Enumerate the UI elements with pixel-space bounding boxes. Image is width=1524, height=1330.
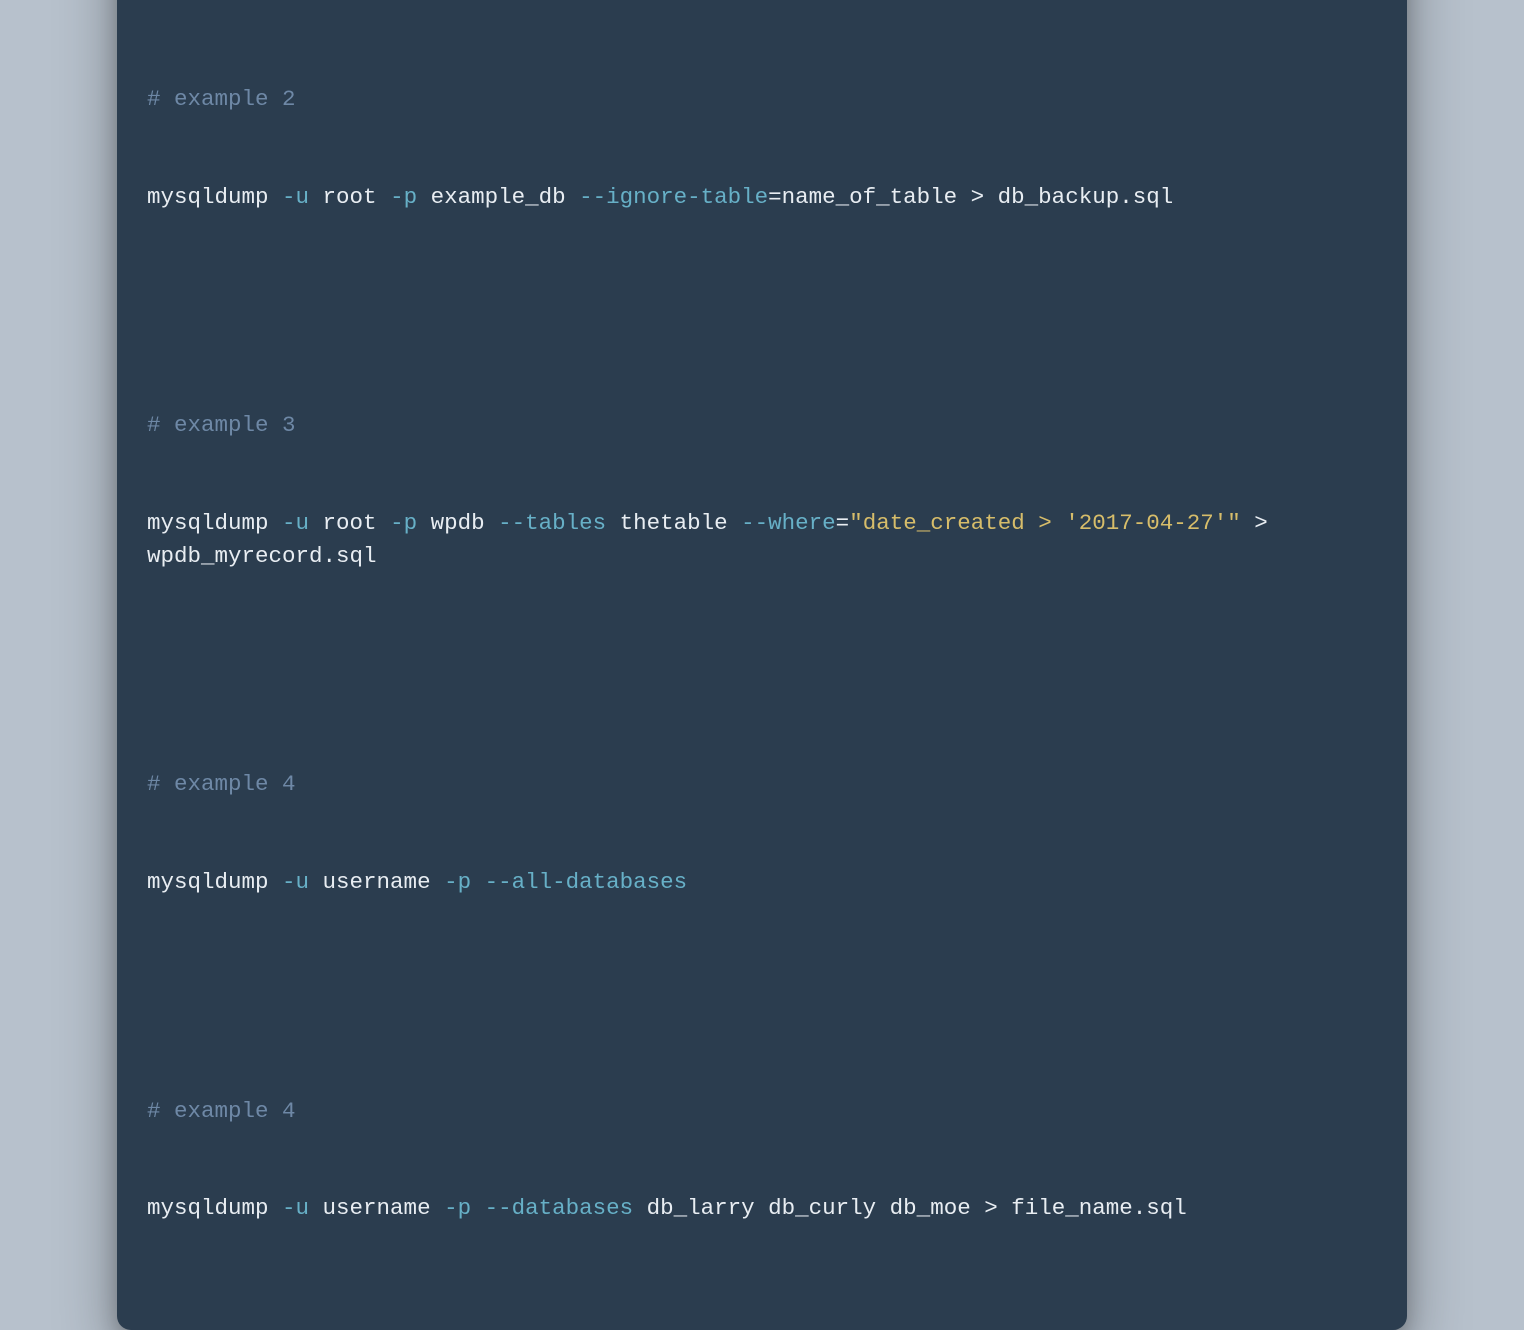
- code-line: mysqldump -u username -p --all-databases: [147, 866, 1377, 899]
- blank-line: [147, 638, 1377, 671]
- code-flag: --all-databases: [485, 869, 688, 895]
- code-string: "date_created > '2017-04-27'": [849, 510, 1241, 536]
- code-line: mysqldump -u username -p --databases db_…: [147, 1192, 1377, 1225]
- code-flag: -p: [444, 1195, 471, 1221]
- code-text: wpdb: [417, 510, 498, 536]
- code-text: db_larry db_curly db_moe > file_name.sql: [633, 1195, 1187, 1221]
- blank-line: [147, 964, 1377, 997]
- code-line: # example 4: [147, 768, 1377, 801]
- code-text: thetable: [606, 510, 741, 536]
- code-text: username: [309, 869, 444, 895]
- code-flag: --tables: [498, 510, 606, 536]
- code-text: mysqldump: [147, 510, 282, 536]
- code-flag: -u: [282, 1195, 309, 1221]
- code-flag: -p: [390, 184, 417, 210]
- blank-line: [147, 279, 1377, 312]
- code-flag: --ignore-table: [579, 184, 768, 210]
- code-text: mysqldump: [147, 869, 282, 895]
- code-flag: --where: [741, 510, 836, 536]
- code-text: username: [309, 1195, 444, 1221]
- code-text: =name_of_table > db_backup.sql: [768, 184, 1173, 210]
- code-flag: -p: [444, 869, 471, 895]
- code-comment: # example 3: [147, 412, 296, 438]
- code-line: # example 4: [147, 1095, 1377, 1128]
- code-line: # example 2: [147, 83, 1377, 116]
- code-text: [471, 1195, 485, 1221]
- code-text: root: [309, 510, 390, 536]
- code-flag: -u: [282, 869, 309, 895]
- code-comment: # example 2: [147, 86, 296, 112]
- code-block: # example 1 mysqldump -u username -p db_…: [147, 0, 1377, 1290]
- code-comment: # example 4: [147, 771, 296, 797]
- terminal-window: # example 1 mysqldump -u username -p db_…: [117, 0, 1407, 1330]
- code-text: root: [309, 184, 390, 210]
- code-text: example_db: [417, 184, 579, 210]
- code-line: mysqldump -u root -p example_db --ignore…: [147, 181, 1377, 214]
- code-flag: -u: [282, 510, 309, 536]
- code-text: =: [836, 510, 850, 536]
- code-text: [471, 869, 485, 895]
- code-line: # example 3: [147, 409, 1377, 442]
- code-flag: -p: [390, 510, 417, 536]
- code-text: mysqldump: [147, 1195, 282, 1221]
- code-flag: -u: [282, 184, 309, 210]
- code-text: mysqldump: [147, 184, 282, 210]
- code-comment: # example 4: [147, 1098, 296, 1124]
- code-line: mysqldump -u root -p wpdb --tables theta…: [147, 507, 1377, 572]
- code-flag: --databases: [485, 1195, 634, 1221]
